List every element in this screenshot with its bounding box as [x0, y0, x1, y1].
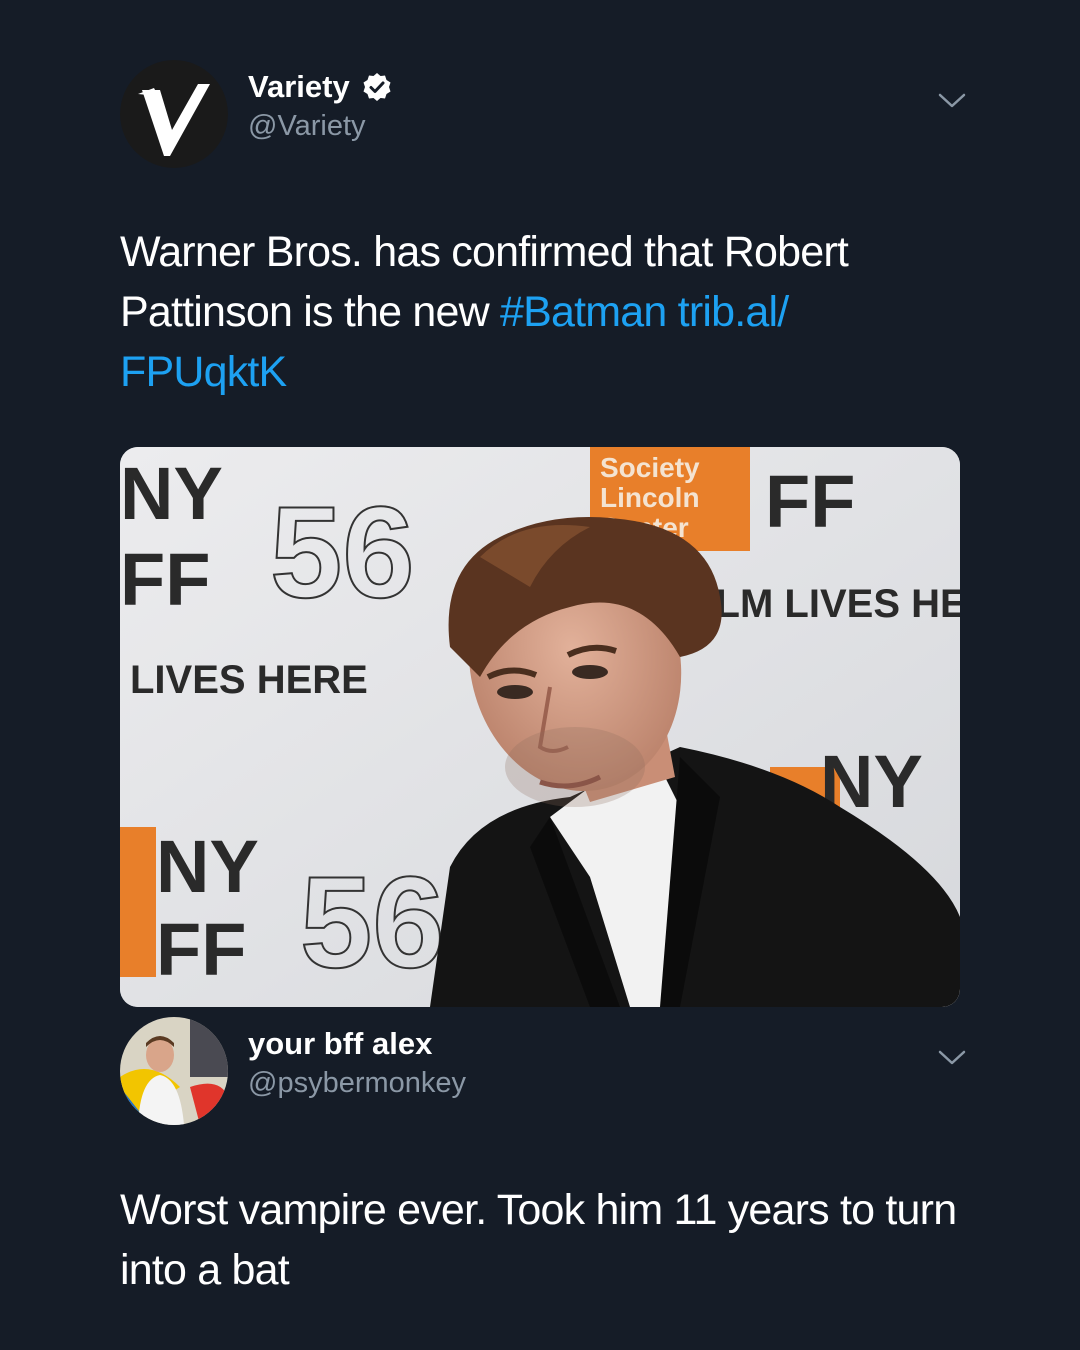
backdrop-text: FF — [156, 908, 246, 991]
handle[interactable]: @psybermonkey — [248, 1063, 466, 1103]
backdrop-text: NY — [156, 825, 259, 908]
tweet-text-variety: Warner Bros. has confirmed that Robert P… — [120, 222, 960, 402]
display-name[interactable]: your bff alex — [248, 1025, 432, 1063]
backdrop-text: 56 — [300, 849, 445, 995]
backdrop-text: LIVES HERE — [130, 658, 368, 702]
avatar-variety[interactable] — [120, 60, 228, 168]
display-name-row: your bff alex — [248, 1025, 466, 1063]
backdrop-text: 56 — [270, 479, 415, 625]
hashtag-link[interactable]: #Batman — [500, 288, 667, 336]
user-photo-icon — [120, 1017, 228, 1125]
verified-badge-icon — [363, 73, 391, 101]
backdrop-text: FF — [120, 538, 210, 621]
screenshot-canvas: Variety @Variety Warner Bros. has confir… — [0, 0, 1080, 1350]
backdrop-text: Lincoln — [600, 482, 700, 513]
tweet-media-photo[interactable]: NY FF 56 LIVES HERE Society Lincoln Cent… — [120, 447, 960, 1007]
backdrop-text: FF — [765, 460, 855, 543]
tweet-header-variety: Variety @Variety — [120, 60, 970, 172]
tweet-text-alex: Worst vampire ever. Took him 11 years to… — [120, 1180, 960, 1300]
handle[interactable]: @Variety — [248, 106, 392, 146]
display-name[interactable]: Variety — [248, 68, 350, 106]
backdrop-text: FILM LIVES HE — [680, 582, 960, 626]
user-block-alex: your bff alex @psybermonkey — [248, 1025, 466, 1103]
backdrop-text: NY — [120, 452, 223, 535]
premiere-photo: NY FF 56 LIVES HERE Society Lincoln Cent… — [120, 447, 960, 1007]
backdrop-text: Society — [600, 452, 700, 483]
display-name-row: Variety — [248, 68, 392, 106]
user-block-variety: Variety @Variety — [248, 68, 392, 146]
tweet-body-text: Worst vampire ever. Took him 11 years to… — [120, 1186, 957, 1294]
avatar-alex[interactable] — [120, 1017, 228, 1125]
tweet-header-alex: your bff alex @psybermonkey — [120, 1017, 970, 1129]
chevron-down-icon[interactable] — [934, 82, 970, 118]
chevron-down-icon[interactable] — [934, 1039, 970, 1075]
variety-logo-icon — [120, 60, 228, 168]
